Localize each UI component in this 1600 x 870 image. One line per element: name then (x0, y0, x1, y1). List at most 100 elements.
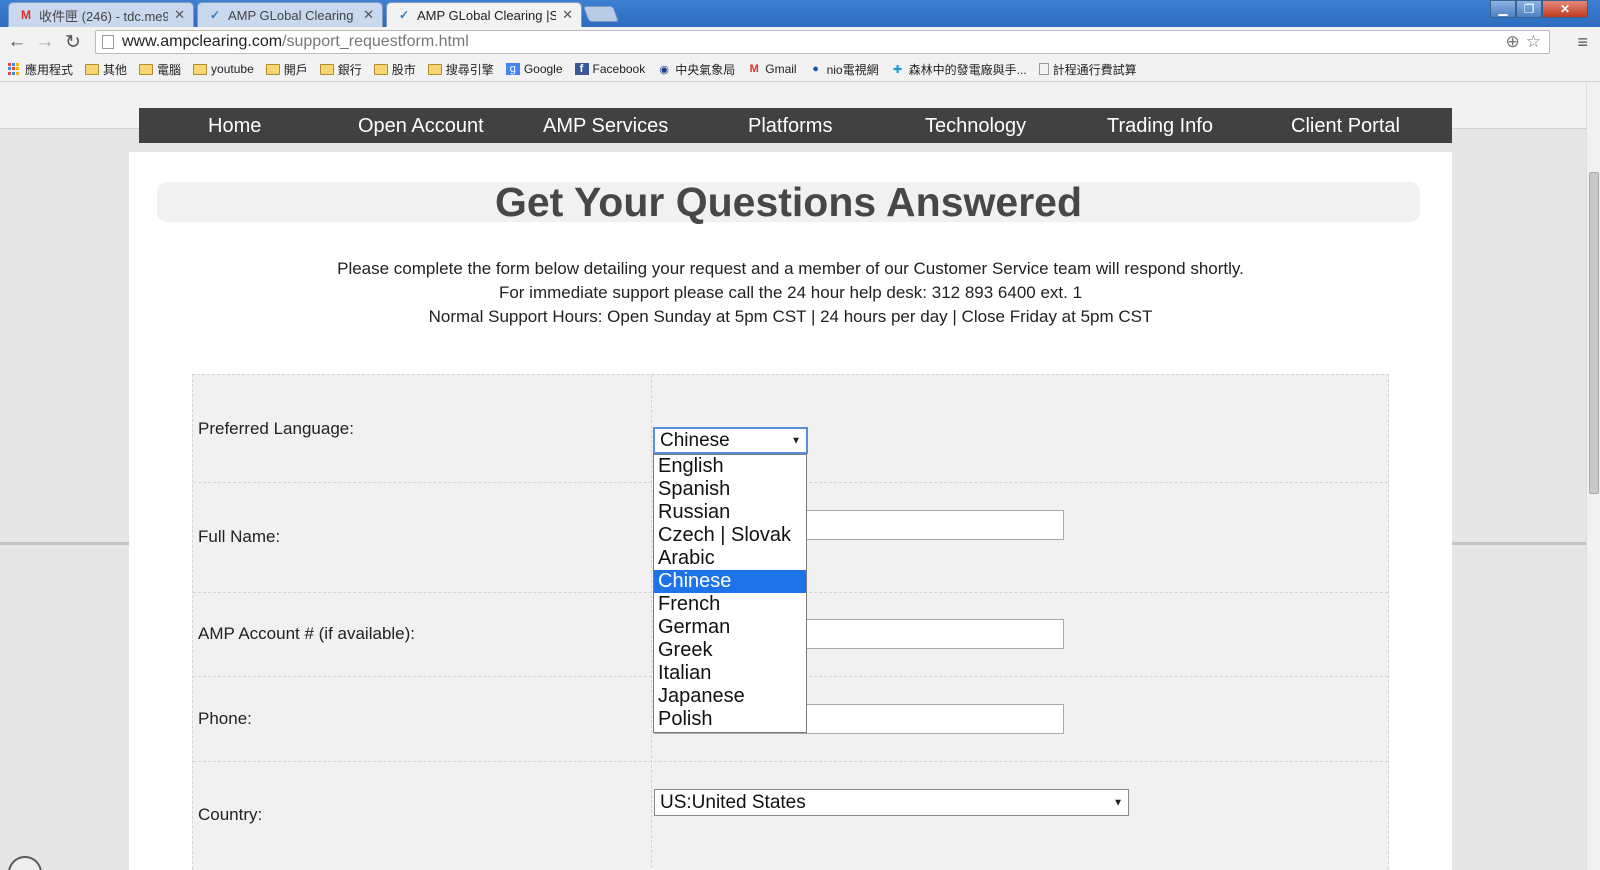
bookmark-forest[interactable]: ✚ 森林中的發電廠與手... (891, 61, 1027, 78)
amp-logo-icon: ✓ (209, 8, 221, 22)
amp-logo-icon: ✓ (398, 8, 410, 22)
language-option[interactable]: French (654, 593, 806, 616)
language-selected-value: Chinese (660, 429, 730, 451)
bookmark-toll[interactable]: 計程通行費試算 (1038, 61, 1137, 78)
facebook-icon: f (574, 63, 589, 75)
close-tab-icon[interactable]: ✕ (363, 7, 374, 23)
folder-icon (319, 63, 334, 75)
zoom-icon[interactable]: ⊕ (1506, 32, 1520, 52)
browser-tab-amp-1[interactable]: ✓ AMP GLobal Clearing - F ✕ (197, 2, 383, 27)
language-option[interactable]: English (654, 455, 806, 478)
menu-icon[interactable]: ≡ (1577, 32, 1588, 53)
folder-icon (373, 63, 388, 75)
browser-tab-gmail[interactable]: M 收件匣 (246) - tdc.me92c ✕ (8, 2, 194, 27)
dropdown-arrow-icon: ▼ (791, 435, 801, 446)
back-arrow-icon[interactable]: ← (6, 31, 28, 53)
intro-text: Please complete the form below detailing… (129, 257, 1452, 329)
bookmark-label: 中央氣象局 (675, 62, 736, 77)
minimize-icon[interactable]: ▁ (1490, 0, 1516, 18)
scrollbar-thumb[interactable] (1589, 172, 1599, 494)
bookmark-label: Gmail (765, 62, 797, 76)
url-path: /support_requestform.html (282, 33, 469, 50)
nav-open-account[interactable]: Open Account (358, 115, 484, 138)
folder-icon (265, 63, 280, 75)
bookmark-label: 計程通行費試算 (1052, 62, 1137, 77)
language-option[interactable]: Czech | Slovak (654, 524, 806, 547)
folder-icon (139, 63, 154, 75)
language-option[interactable]: Polish (654, 708, 806, 731)
folder-icon (193, 63, 208, 75)
bookmark-apps[interactable]: 應用程式 (8, 61, 73, 78)
nio-icon: ● (812, 63, 819, 75)
language-option[interactable]: Italian (654, 662, 806, 685)
browser-tab-amp-active[interactable]: ✓ AMP GLobal Clearing |S ✕ (386, 2, 582, 27)
bookmark-facebook[interactable]: f Facebook (574, 62, 645, 76)
language-option[interactable]: German (654, 616, 806, 639)
bookmark-folder[interactable]: 股市 (373, 61, 416, 78)
folder-icon (427, 63, 442, 75)
intro-line: Normal Support Hours: Open Sunday at 5pm… (428, 307, 1153, 326)
reload-icon[interactable]: ↻ (62, 31, 84, 53)
language-option[interactable]: Spanish (654, 478, 806, 501)
vertical-scrollbar[interactable] (1586, 82, 1600, 870)
close-window-icon[interactable]: ✕ (1542, 0, 1588, 18)
bookmark-label: 電腦 (157, 62, 182, 77)
phone-label: Phone: (198, 709, 252, 728)
bookmark-folder[interactable]: youtube (193, 62, 254, 76)
country-selected-value: US:United States (660, 791, 806, 813)
bookmark-folder[interactable]: 其他 (85, 61, 127, 78)
address-bar[interactable]: www.ampclearing.com/support_requestform.… (95, 30, 1550, 54)
browser-toolbar: ← → ↻ www.ampclearing.com/support_reques… (0, 27, 1600, 57)
language-option[interactable]: Japanese (654, 685, 806, 708)
preferred-language-select[interactable]: Chinese ▼ (653, 427, 808, 454)
dropdown-arrow-icon: ▼ (1113, 797, 1123, 808)
page-viewport: Home Open Account AMP Services Platforms… (0, 82, 1586, 870)
new-tab-button[interactable] (583, 6, 619, 22)
support-request-form: Preferred Language: Full Name: AMP Accou… (192, 374, 1389, 870)
bookmark-label: 應用程式 (25, 62, 74, 77)
tab-title: AMP GLobal Clearing |S (417, 7, 557, 23)
bookmark-label: nio電視網 (826, 62, 879, 77)
bookmark-nio[interactable]: ● nio電視網 (809, 61, 879, 78)
nav-home[interactable]: Home (208, 115, 261, 138)
maximize-icon[interactable]: ❐ (1516, 0, 1542, 18)
bookmark-folder[interactable]: 銀行 (319, 61, 362, 78)
language-option[interactable]: Russian (654, 501, 806, 524)
nav-amp-services[interactable]: AMP Services (543, 115, 668, 138)
bookmark-folder[interactable]: 搜尋引擎 (427, 61, 494, 78)
apps-icon (8, 62, 21, 76)
site-navbar: Home Open Account AMP Services Platforms… (139, 108, 1452, 143)
country-select[interactable]: US:United States ▼ (654, 789, 1129, 816)
intro-line: For immediate support please call the 24… (498, 283, 1083, 302)
language-option[interactable]: Arabic (654, 547, 806, 570)
nav-technology[interactable]: Technology (925, 115, 1026, 138)
close-tab-icon[interactable]: ✕ (174, 7, 185, 23)
bookmark-star-icon[interactable]: ☆ (1526, 32, 1541, 52)
language-option-selected[interactable]: Chinese (654, 570, 806, 593)
language-option[interactable]: Greek (654, 639, 806, 662)
close-tab-icon[interactable]: ✕ (562, 7, 573, 23)
nav-client-portal[interactable]: Client Portal (1291, 115, 1400, 138)
folder-icon (85, 63, 100, 75)
preferred-language-label: Preferred Language: (198, 419, 354, 438)
bookmark-label: Google (523, 62, 563, 76)
bookmark-cwb[interactable]: ◉ 中央氣象局 (657, 61, 735, 78)
country-label: Country: (198, 805, 263, 824)
plus-circle-icon: ✚ (892, 63, 903, 76)
page-icon (1038, 63, 1049, 75)
nav-trading-info[interactable]: Trading Info (1107, 115, 1213, 138)
bookmark-label: 銀行 (337, 62, 362, 77)
account-number-label: AMP Account # (if available): (198, 624, 416, 643)
bookmark-google[interactable]: g Google (505, 62, 563, 76)
tab-title: 收件匣 (246) - tdc.me92c (39, 8, 168, 24)
bookmark-label: 股市 (391, 62, 416, 77)
bookmark-folder[interactable]: 電腦 (139, 61, 181, 78)
bookmark-label: 開戶 (283, 62, 308, 77)
bookmark-folder[interactable]: 開戶 (265, 61, 308, 78)
window-controls: ▁ ❐ ✕ (1490, 0, 1588, 18)
main-content: Get Your Questions Answered Please compl… (129, 152, 1452, 870)
nav-platforms[interactable]: Platforms (748, 115, 832, 138)
page-title: Get Your Questions Answered (494, 179, 1083, 225)
forward-arrow-icon[interactable]: → (34, 31, 56, 53)
bookmark-gmail[interactable]: M Gmail (747, 62, 797, 76)
